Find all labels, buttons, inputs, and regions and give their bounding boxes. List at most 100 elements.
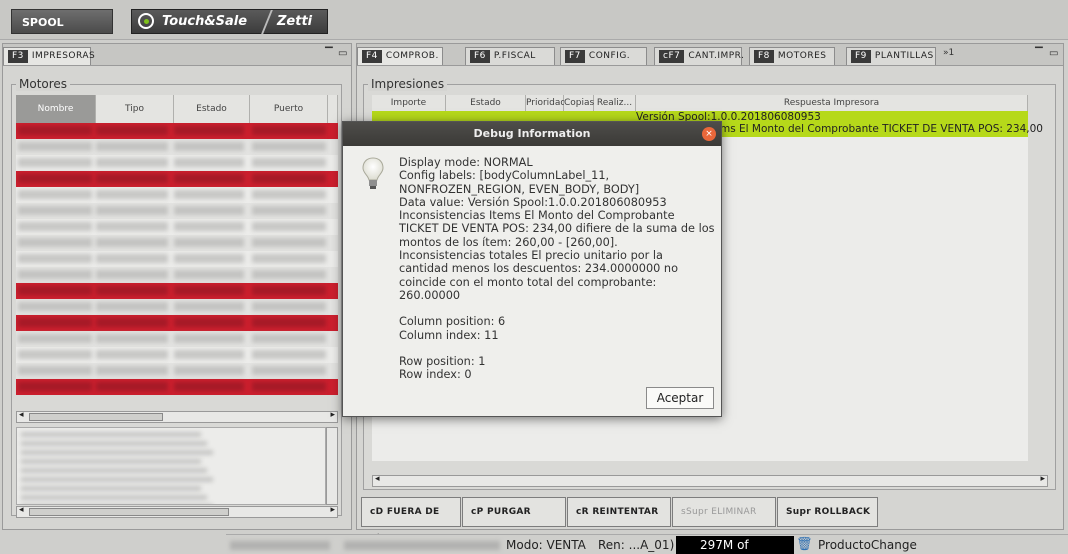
memory-indicator[interactable]: 297M of [676, 536, 794, 554]
blurred-log-line [21, 495, 207, 500]
tab-plantillas[interactable]: F9 PLANTILLAS [846, 47, 936, 65]
column-header-extra[interactable] [328, 95, 338, 123]
status-mode: Modo: VENTA [506, 538, 586, 552]
table-row[interactable] [16, 363, 338, 379]
blurred-cell [96, 254, 168, 263]
column-header-tipo[interactable]: Tipo [96, 95, 174, 123]
column-header-puerto[interactable]: Puerto [250, 95, 328, 123]
blurred-cell [174, 174, 244, 183]
blurred-cell [18, 270, 92, 279]
blurred-cell [252, 190, 326, 199]
tab-overflow-icon[interactable]: »1 [943, 48, 954, 58]
motores-hscroll[interactable]: ◂ ▸ [16, 410, 338, 423]
tab-cant-impr[interactable]: cF7 CANT.IMPR. [654, 47, 744, 65]
tab-pfiscal[interactable]: F6 P.FISCAL [465, 47, 555, 65]
blurred-cell [252, 366, 326, 375]
impresiones-hscroll[interactable]: ◂ ▸ [372, 474, 1048, 487]
blurred-log-line [21, 450, 213, 455]
column-header-importe[interactable]: Importe [372, 95, 446, 111]
reintentar-button[interactable]: cR REINTENTAR [567, 497, 671, 527]
blurred-cell [18, 206, 92, 215]
blurred-cell [174, 190, 244, 199]
table-row[interactable] [16, 379, 338, 395]
log-area[interactable] [16, 427, 326, 505]
blurred-cell [96, 350, 168, 359]
blurred-cell [96, 206, 168, 215]
blurred-cell [174, 206, 244, 215]
impresiones-table-header: Importe Estado Prioridad Copias Realiz..… [372, 95, 1028, 111]
tab-label: IMPRESORAS [31, 51, 96, 61]
table-row[interactable] [16, 299, 338, 315]
aceptar-button[interactable]: Aceptar [646, 387, 714, 409]
trash-icon[interactable]: 🗑 [796, 537, 813, 552]
motores-table-header: Nombre Tipo Estado Puerto [16, 95, 338, 123]
blurred-cell [174, 126, 244, 135]
motores-title: Motores [16, 77, 71, 91]
table-row[interactable] [16, 267, 338, 283]
table-row[interactable] [16, 203, 338, 219]
blurred-cell [96, 174, 168, 183]
column-header-nombre[interactable]: Nombre [16, 95, 96, 123]
blurred-cell [18, 254, 92, 263]
brand-secondary: Zetti [277, 14, 313, 29]
blurred-cell [174, 350, 244, 359]
table-row[interactable] [16, 347, 338, 363]
column-header-estado[interactable]: Estado [174, 95, 250, 123]
blurred-cell [174, 366, 244, 375]
blurred-cell [174, 286, 244, 295]
rollback-button[interactable]: Supr ROLLBACK [777, 497, 878, 527]
close-icon[interactable]: × [702, 127, 716, 141]
tab-comprob[interactable]: F4 COMPROB. [357, 47, 443, 65]
dialog-line: Inconsistencias totales El precio unitar… [399, 249, 678, 302]
column-header-estado[interactable]: Estado [446, 95, 526, 111]
table-row[interactable] [16, 235, 338, 251]
tab-impresoras[interactable]: F3 IMPRESORAS [3, 47, 95, 65]
table-row[interactable] [16, 139, 338, 155]
purgar-button[interactable]: cP PURGAR [462, 497, 566, 527]
blurred-cell [96, 158, 168, 167]
blurred-cell [18, 158, 92, 167]
blurred-cell [96, 238, 168, 247]
blurred-cell [18, 302, 92, 311]
dialog-line: Data value: Versión Spool:1.0.0.20180608… [399, 195, 667, 209]
blurred-log-line [21, 459, 201, 464]
minimize-icon[interactable]: ▔ [1035, 48, 1043, 59]
log-hscroll[interactable]: ◂ ▸ [16, 505, 338, 518]
tab-config[interactable]: F7 CONFIG. [560, 47, 647, 65]
blurred-cell [174, 254, 244, 263]
top-bar: SPOOL Touch&Sale Zetti [0, 0, 1068, 40]
table-row[interactable] [16, 315, 338, 331]
minimize-icon[interactable]: ▔ [325, 48, 333, 59]
table-row[interactable] [16, 155, 338, 171]
motores-group: Motores Nombre Tipo Estado Puerto ◂ ▸ ◂ … [11, 77, 342, 518]
blurred-cell [174, 142, 244, 151]
dialog-line: Display mode: NORMAL [399, 156, 533, 169]
table-row[interactable] [16, 171, 338, 187]
table-row[interactable] [16, 283, 338, 299]
eliminar-button[interactable]: sSupr ELIMINAR [672, 497, 776, 527]
blurred-cell [174, 334, 244, 343]
spool-button[interactable]: SPOOL [11, 9, 113, 34]
tab-motores[interactable]: F8 MOTORES [749, 47, 835, 65]
maximize-icon[interactable]: ▭ [338, 48, 347, 59]
log-vscroll[interactable] [326, 427, 338, 505]
table-row[interactable] [16, 331, 338, 347]
blurred-cell [96, 126, 168, 135]
column-header-prioridad[interactable]: Prioridad [526, 95, 566, 111]
column-header-copias[interactable]: Copias [564, 95, 594, 111]
hscroll-thumb[interactable] [29, 413, 163, 421]
table-row[interactable] [16, 251, 338, 267]
log-hscroll-thumb[interactable] [29, 508, 229, 516]
table-row[interactable] [16, 187, 338, 203]
fuera-de-linea-button[interactable]: cD FUERA DE LÍNEA [361, 497, 461, 545]
blurred-cell [96, 142, 168, 151]
blurred-cell [96, 222, 168, 231]
column-header-respuesta[interactable]: Respuesta Impresora [636, 95, 1028, 111]
table-row[interactable] [16, 219, 338, 235]
blurred-cell [252, 206, 326, 215]
maximize-icon[interactable]: ▭ [1049, 48, 1058, 59]
brand-primary: Touch&Sale [162, 14, 248, 29]
blurred-cell [96, 318, 168, 327]
column-header-realiz[interactable]: Realiz... [594, 95, 636, 111]
table-row[interactable] [16, 123, 338, 139]
